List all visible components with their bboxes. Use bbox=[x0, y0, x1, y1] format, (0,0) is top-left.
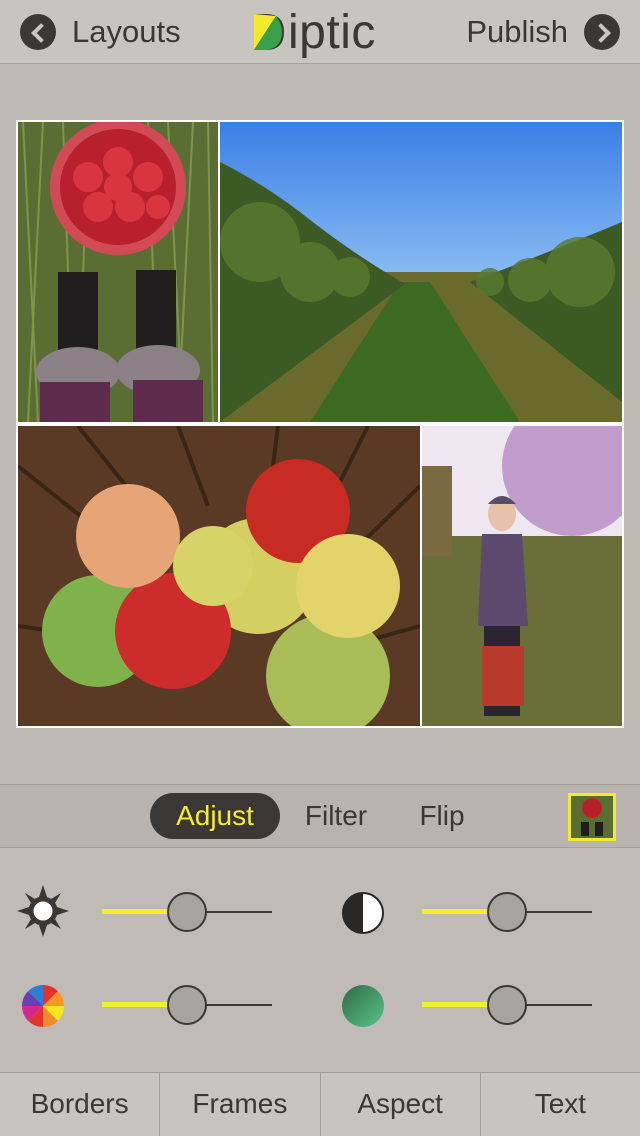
layouts-back-button[interactable]: Layouts bbox=[20, 12, 181, 52]
slider-knob[interactable] bbox=[167, 892, 207, 932]
aspect-button[interactable]: Aspect bbox=[321, 1073, 481, 1136]
apples-bucket-boots-photo[interactable] bbox=[18, 122, 218, 422]
slider-knob[interactable] bbox=[487, 985, 527, 1025]
borders-button[interactable]: Borders bbox=[0, 1073, 161, 1136]
saturation-slider[interactable] bbox=[102, 983, 272, 1027]
apples-in-barrel-photo[interactable] bbox=[18, 426, 420, 726]
woman-with-bucket-photo[interactable] bbox=[422, 426, 622, 726]
brightness-sun-icon bbox=[17, 885, 69, 937]
publish-button[interactable]: Publish bbox=[466, 12, 620, 52]
tab-filter[interactable]: Filter bbox=[286, 793, 386, 839]
tab-flip[interactable]: Flip bbox=[392, 793, 492, 839]
selected-photo-thumbnail[interactable] bbox=[568, 793, 616, 841]
brightness-slider[interactable] bbox=[102, 890, 272, 934]
tint-green-circle-icon bbox=[337, 980, 389, 1032]
adjust-panel bbox=[0, 849, 640, 1071]
chevron-right-circle-icon bbox=[584, 14, 620, 50]
text-button[interactable]: Text bbox=[481, 1073, 640, 1136]
tab-adjust[interactable]: Adjust bbox=[150, 793, 280, 839]
diptic-logo-mark bbox=[252, 12, 286, 52]
orchard-rows-photo[interactable] bbox=[220, 122, 622, 422]
top-nav-bar: Layouts iptic Publish bbox=[0, 0, 640, 64]
contrast-half-circle-icon bbox=[337, 887, 389, 939]
layouts-label: Layouts bbox=[72, 14, 181, 49]
contrast-slider[interactable] bbox=[422, 890, 592, 934]
diptic-logo: iptic bbox=[252, 6, 376, 60]
saturation-color-wheel-icon bbox=[17, 980, 69, 1032]
publish-label: Publish bbox=[466, 14, 568, 49]
frames-button[interactable]: Frames bbox=[160, 1073, 321, 1136]
slider-knob[interactable] bbox=[487, 892, 527, 932]
bottom-toolbar: Borders Frames Aspect Text bbox=[0, 1072, 640, 1136]
slider-knob[interactable] bbox=[167, 985, 207, 1025]
chevron-left-circle-icon bbox=[20, 14, 56, 50]
collage-canvas bbox=[16, 120, 624, 728]
edit-mode-tabs: Adjust Filter Flip bbox=[0, 784, 640, 848]
tint-slider[interactable] bbox=[422, 983, 592, 1027]
logo-text: iptic bbox=[288, 6, 376, 59]
